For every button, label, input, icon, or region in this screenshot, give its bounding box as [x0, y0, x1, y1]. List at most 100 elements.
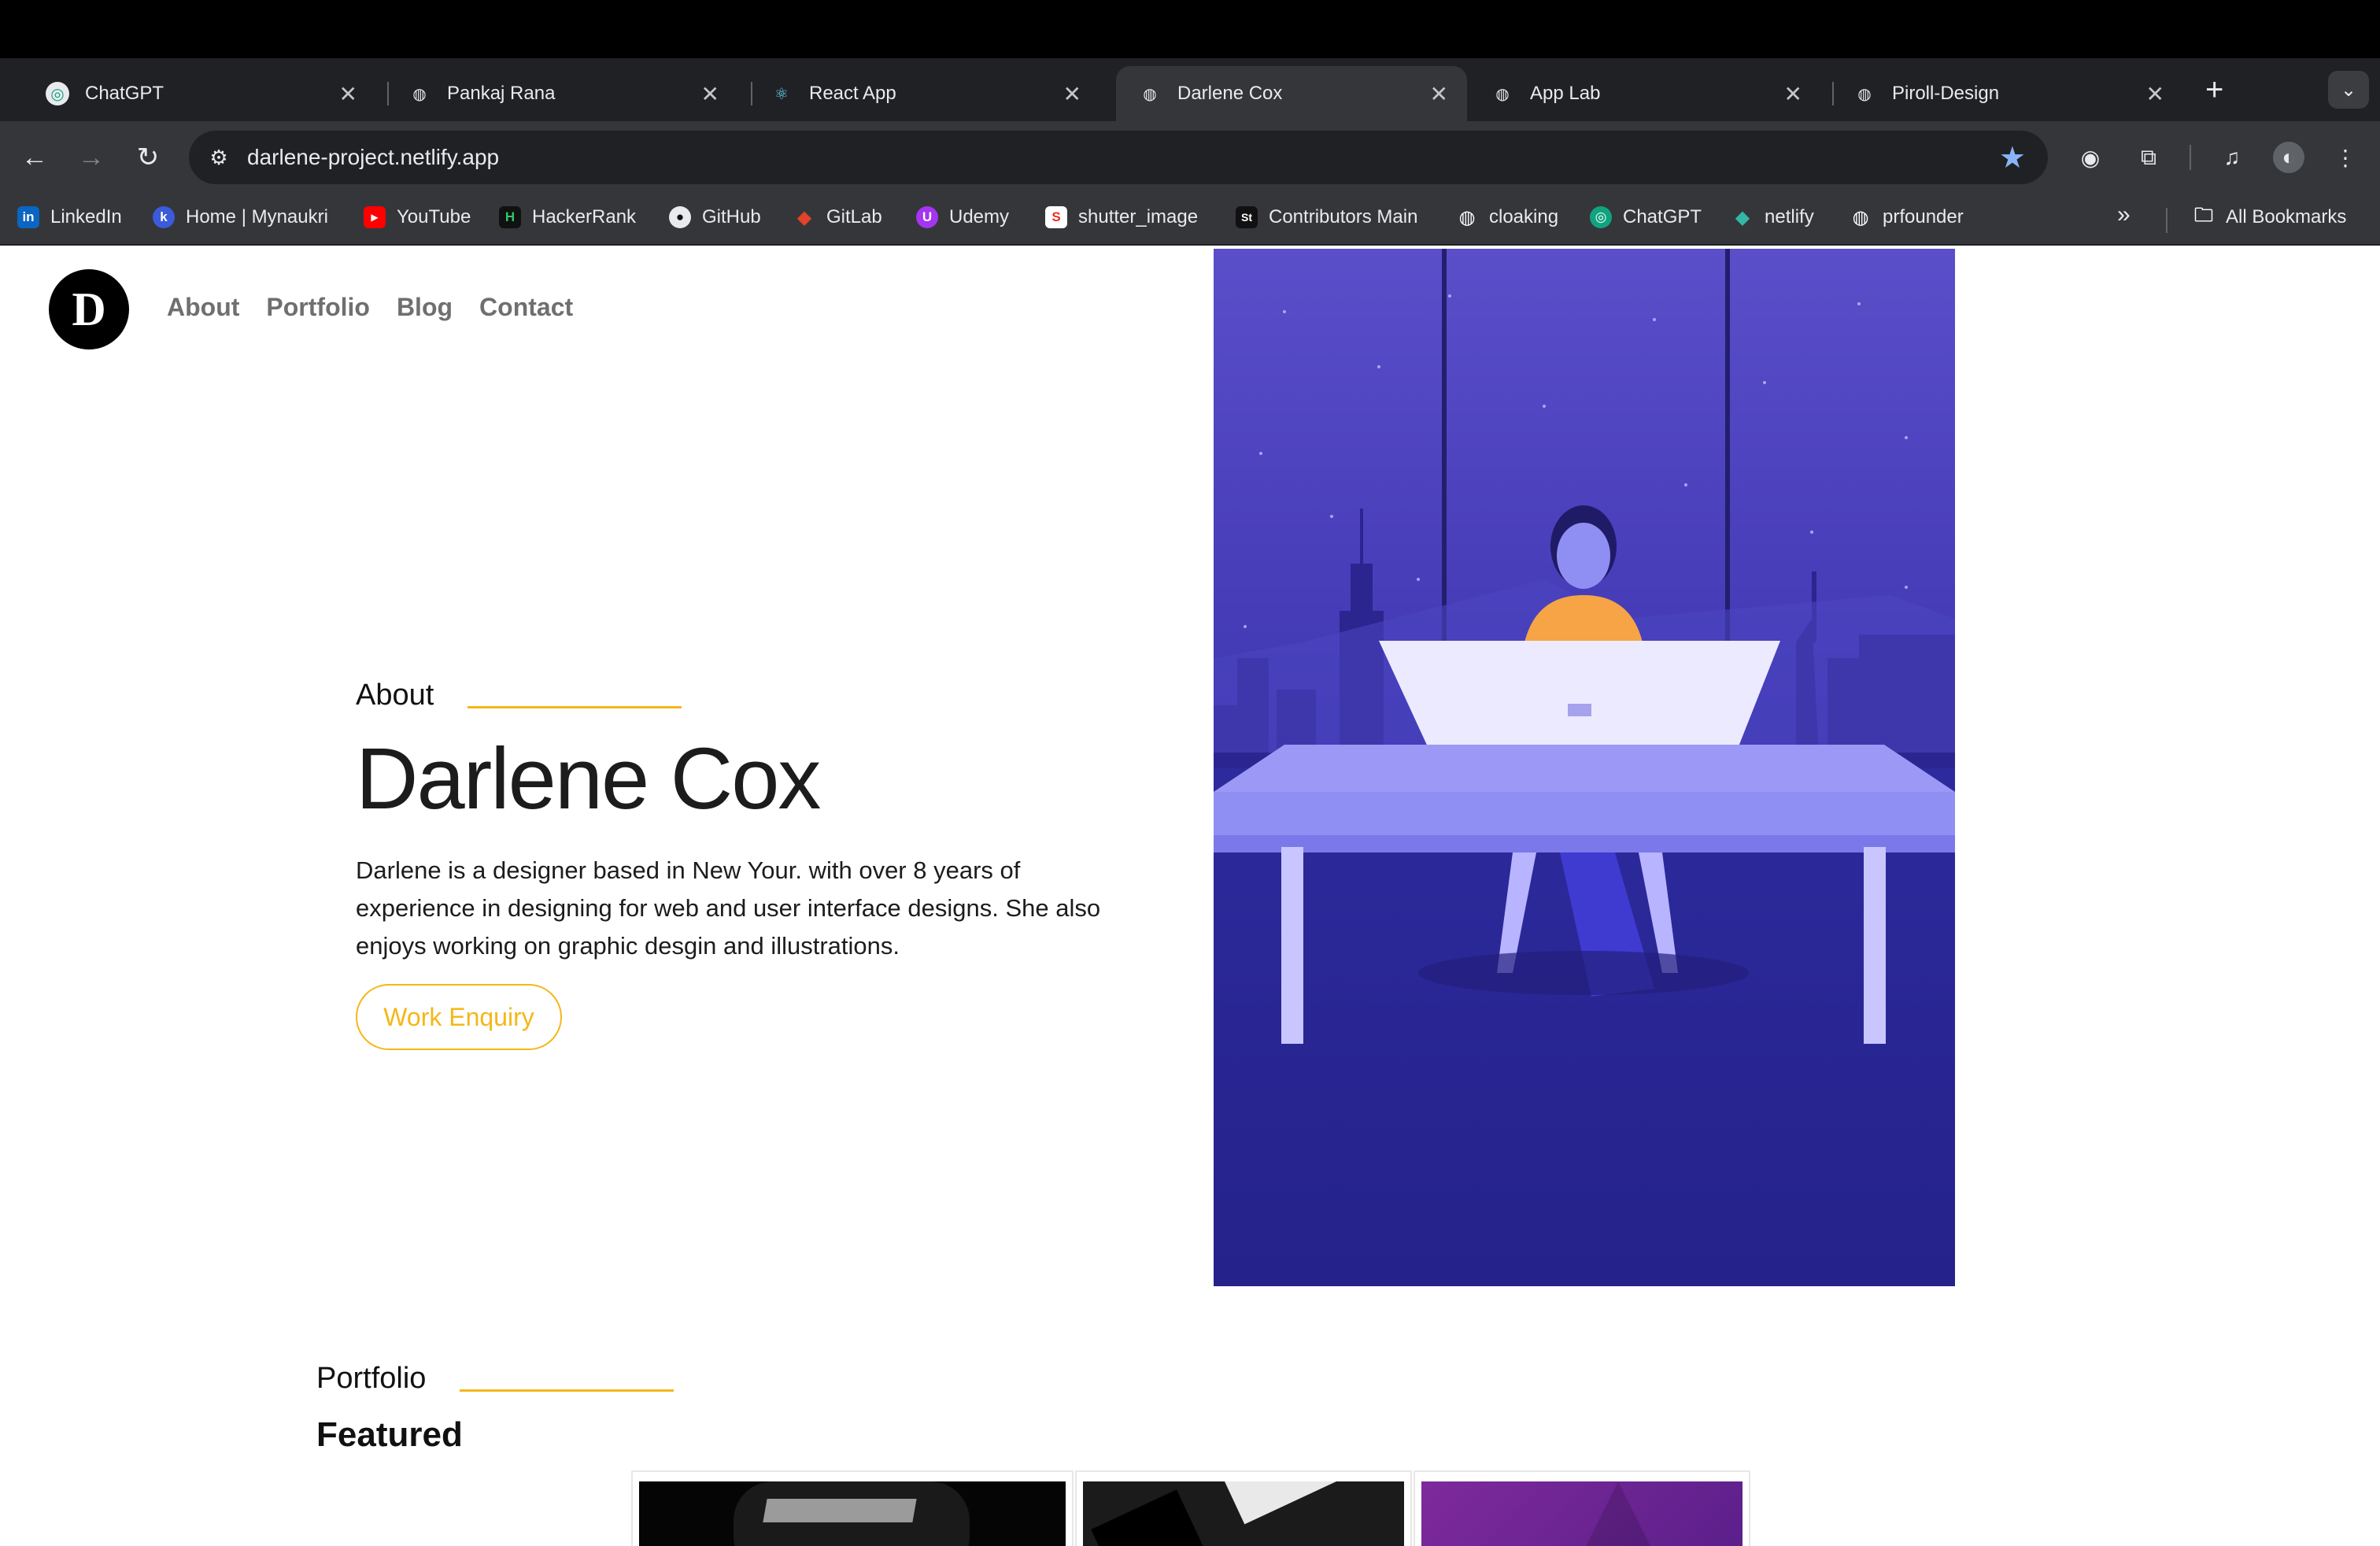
address-bar[interactable]: ⚙ darlene-project.netlify.app ★ [189, 131, 2048, 184]
chatgpt-icon: ◎ [46, 82, 69, 105]
tab-darlene-cox[interactable]: ◍ Darlene Cox ✕ [1116, 66, 1467, 121]
close-icon[interactable]: ✕ [1784, 81, 1802, 107]
tab-react-app[interactable]: ⚛ React App ✕ [748, 66, 1100, 121]
hero-description: Darlene is a designer based in New Your.… [356, 856, 1101, 960]
bookmark-hackerrank[interactable]: H HackerRank [499, 206, 636, 228]
globe-icon: ◍ [1458, 206, 1476, 228]
window-top-bar [0, 0, 2380, 58]
bookmark-udemy[interactable]: U Udemy [916, 206, 1009, 228]
url-text[interactable]: darlene-project.netlify.app [247, 145, 499, 170]
bookmark-label: ChatGPT [1623, 206, 1702, 227]
back-button[interactable]: ← [14, 137, 55, 178]
bookmark-contributors-main[interactable]: St Contributors Main [1236, 206, 1417, 228]
about-accent-line [468, 706, 682, 708]
tab-search-button[interactable]: ⌄ [2328, 71, 2369, 109]
tab-chatgpt[interactable]: ◎ ChatGPT ✕ [24, 66, 376, 121]
bookmark-label: Udemy [949, 206, 1010, 227]
bookmark-label: LinkedIn [50, 206, 122, 227]
close-icon[interactable]: ✕ [1430, 81, 1448, 107]
globe-icon: ◍ [1143, 85, 1157, 103]
reload-icon: ↻ [136, 142, 160, 172]
new-tab-button[interactable]: + [2205, 71, 2223, 109]
tab-label: React App [809, 83, 896, 104]
page-viewport: D About Portfolio Blog Contact About Dar… [0, 247, 2380, 1546]
browser-toolbar: ← → ↻ ⚙ darlene-project.netlify.app ★ ◉ … [0, 121, 2380, 194]
tab-label: Piroll-Design [1892, 83, 2000, 104]
chatgpt-icon: ◎ [1590, 206, 1612, 228]
tab-piroll-design[interactable]: ◍ Piroll-Design ✕ [1831, 66, 2183, 121]
youtube-icon: ▶ [364, 206, 386, 228]
bookmark-label: cloaking [1489, 206, 1559, 227]
folder-icon: 🗀 [2194, 204, 2213, 226]
hackerrank-icon: H [499, 206, 521, 228]
bookmark-label: Home | Mynaukri [186, 206, 328, 227]
gitlab-icon: ◆ [796, 206, 812, 228]
nav-link-contact[interactable]: Contact [479, 293, 573, 322]
bookmark-mynaukri[interactable]: k Home | Mynaukri [153, 206, 328, 228]
bookmark-linkedin[interactable]: in LinkedIn [17, 206, 122, 228]
all-bookmarks-button[interactable]: 🗀 All Bookmarks [2193, 204, 2347, 228]
bookmark-label: HackerRank [532, 206, 637, 227]
tab-label: App Lab [1530, 83, 1601, 104]
bookmark-youtube[interactable]: ▶ YouTube [364, 206, 471, 228]
close-icon[interactable]: ✕ [2146, 81, 2164, 107]
more-bookmarks-button[interactable]: » [2117, 202, 2131, 228]
nav-link-portfolio[interactable]: Portfolio [266, 293, 370, 322]
bookmark-label: shutter_image [1078, 206, 1199, 227]
menu-kebab-icon[interactable]: ⋮ [2330, 142, 2361, 173]
site-nav: About Portfolio Blog Contact [167, 293, 573, 322]
site-settings-icon[interactable]: ⚙ [203, 142, 235, 173]
bookmark-star-icon[interactable]: ★ [1999, 140, 2026, 176]
bookmarks-divider [2166, 208, 2168, 233]
portfolio-card[interactable] [1075, 1470, 1412, 1546]
bookmark-github[interactable]: ● GitHub [669, 206, 761, 228]
tab-strip: ◎ ChatGPT ✕ ◍ Pankaj Rana ✕ ⚛ React App … [0, 58, 2380, 121]
media-control-icon[interactable]: ♫ [2216, 142, 2248, 173]
portfolio-section-label: Portfolio [316, 1362, 427, 1395]
close-icon[interactable]: ✕ [701, 81, 719, 107]
chevron-down-icon: ⌄ [2340, 79, 2357, 101]
close-icon[interactable]: ✕ [339, 81, 357, 107]
udemy-icon: U [916, 206, 938, 228]
portfolio-card[interactable] [631, 1470, 1074, 1546]
forward-button[interactable]: → [71, 137, 112, 178]
profile-avatar[interactable]: ◐ [2273, 142, 2304, 173]
extensions-puzzle-icon[interactable]: ⧉ [2133, 142, 2164, 173]
extension-grammarly-icon[interactable]: ◉ [2075, 142, 2106, 173]
portfolio-card[interactable] [1414, 1470, 1750, 1546]
tab-app-lab[interactable]: ◍ App Lab ✕ [1469, 66, 1821, 121]
stock-icon: St [1236, 206, 1258, 228]
react-icon: ⚛ [774, 85, 789, 103]
bookmark-shutter-image[interactable]: S shutter_image [1045, 206, 1198, 228]
linkedin-icon: in [17, 206, 39, 228]
bookmark-label: GitLab [826, 206, 882, 227]
mynaukri-icon: k [153, 206, 175, 228]
globe-icon: ◍ [1495, 85, 1510, 103]
nav-link-blog[interactable]: Blog [397, 293, 453, 322]
hero-name: Darlene Cox [356, 730, 821, 827]
github-icon: ● [669, 206, 691, 228]
portfolio-thumbnail [639, 1481, 1066, 1546]
featured-heading: Featured [316, 1415, 463, 1454]
close-icon[interactable]: ✕ [1063, 81, 1081, 107]
shutterstock-icon: S [1045, 206, 1067, 228]
netlify-icon: ◆ [1735, 206, 1750, 228]
portfolio-thumbnail [1421, 1481, 1743, 1546]
bookmark-label: prfounder [1883, 206, 1964, 227]
bookmark-prfounder[interactable]: ◍ prfounder [1850, 206, 1964, 228]
work-enquiry-button[interactable]: Work Enquiry [356, 984, 562, 1050]
toolbar-divider [2190, 145, 2191, 170]
arrow-left-icon: ← [21, 142, 48, 172]
bookmark-label: netlify [1765, 206, 1814, 227]
bookmark-cloaking[interactable]: ◍ cloaking [1456, 206, 1559, 228]
all-bookmarks-label: All Bookmarks [2226, 206, 2347, 227]
nav-link-about[interactable]: About [167, 293, 239, 322]
globe-icon: ◍ [412, 85, 427, 103]
site-logo[interactable]: D [49, 269, 129, 350]
bookmark-gitlab[interactable]: ◆ GitLab [793, 206, 882, 228]
bookmark-netlify[interactable]: ◆ netlify [1731, 206, 1814, 228]
bookmark-chatgpt[interactable]: ◎ ChatGPT [1590, 206, 1702, 228]
tab-label: Pankaj Rana [447, 83, 556, 104]
reload-button[interactable]: ↻ [128, 137, 168, 178]
tab-pankaj-rana[interactable]: ◍ Pankaj Rana ✕ [386, 66, 738, 121]
